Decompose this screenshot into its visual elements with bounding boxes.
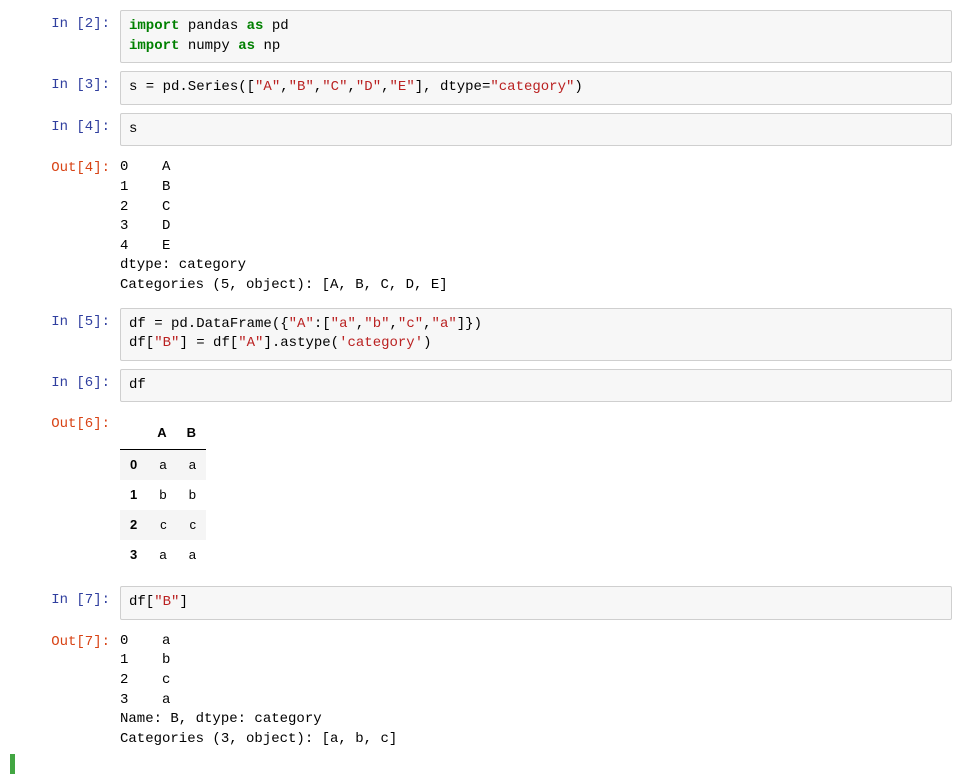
table-cell: c [177,510,206,540]
input-prompt: In [6]: [10,369,120,403]
notebook-container: In [2]:import pandas as pd import numpy … [0,0,962,771]
output-cell: Out[6]:AB0aa1bb2cc3aa [0,410,962,578]
output-prompt: Out[7]: [10,628,120,754]
code-input[interactable]: df["B"] [120,586,952,620]
table-row: 2cc [120,510,206,540]
table-row: 1bb [120,480,206,510]
table-output-wrapper: AB0aa1bb2cc3aa [120,410,952,578]
input-cell: In [5]:df = pd.DataFrame({"A":["a","b","… [0,308,962,361]
table-cell: a [177,540,206,570]
output-prompt: Out[4]: [10,154,120,299]
input-cell: In [6]:df [0,369,962,403]
column-header: A [147,418,176,449]
input-cell: In [7]:df["B"] [0,586,962,620]
dataframe-table: AB0aa1bb2cc3aa [120,418,206,570]
input-prompt: In [4]: [10,113,120,147]
input-cell: In [3]:s = pd.Series(["A","B","C","D","E… [0,71,962,105]
table-cell: b [177,480,206,510]
input-prompt: In [2]: [10,10,120,63]
code-input[interactable]: import pandas as pd import numpy as np [120,10,952,63]
input-cell: In [4]:s [0,113,962,147]
input-prompt: In [5]: [10,308,120,361]
column-header: B [177,418,206,449]
code-input[interactable]: df = pd.DataFrame({"A":["a","b","c","a"]… [120,308,952,361]
row-index: 2 [120,510,147,540]
row-index: 0 [120,449,147,480]
text-output: 0 a 1 b 2 c 3 a Name: B, dtype: category… [120,628,952,754]
code-input[interactable]: df [120,369,952,403]
input-prompt: In [3]: [10,71,120,105]
row-index: 3 [120,540,147,570]
text-output: 0 A 1 B 2 C 3 D 4 E dtype: category Cate… [120,154,952,299]
table-row: 3aa [120,540,206,570]
table-cell: c [147,510,176,540]
column-header [120,418,147,449]
output-prompt: Out[6]: [10,410,120,578]
output-cell: Out[4]:0 A 1 B 2 C 3 D 4 E dtype: catego… [0,154,962,299]
input-cell: In [2]:import pandas as pd import numpy … [0,10,962,63]
table-cell: a [147,449,176,480]
row-index: 1 [120,480,147,510]
code-input[interactable]: s [120,113,952,147]
running-indicator [10,754,15,774]
input-prompt: In [7]: [10,586,120,620]
code-input[interactable]: s = pd.Series(["A","B","C","D","E"], dty… [120,71,952,105]
table-cell: b [147,480,176,510]
table-cell: a [177,449,206,480]
table-row: 0aa [120,449,206,480]
table-cell: a [147,540,176,570]
output-cell: Out[7]:0 a 1 b 2 c 3 a Name: B, dtype: c… [0,628,962,754]
